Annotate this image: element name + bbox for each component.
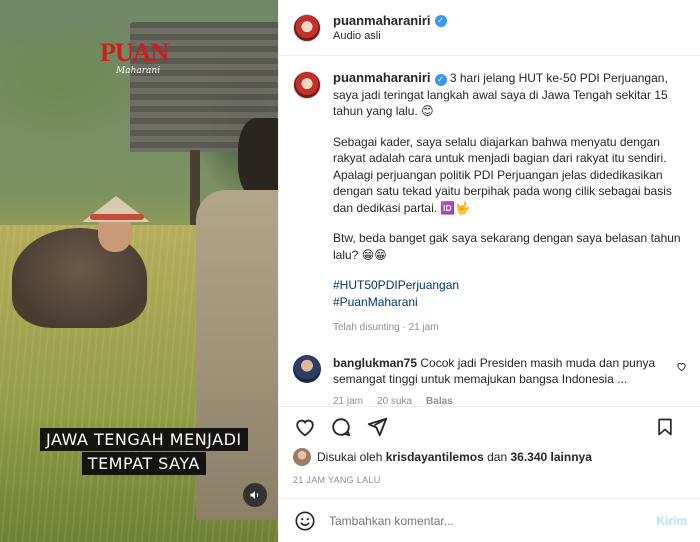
- liker-avatar[interactable]: [293, 448, 311, 466]
- send-comment-button[interactable]: Kirim: [656, 514, 687, 528]
- verified-badge-icon: ✓: [434, 74, 447, 86]
- caption-username[interactable]: puanmaharaniri: [333, 70, 431, 85]
- likes-middle: dan: [487, 450, 508, 464]
- heart-icon: [296, 419, 314, 436]
- liker-username[interactable]: krisdayantilemos: [386, 450, 484, 464]
- comment-icon: [332, 417, 351, 436]
- emoji-button[interactable]: [293, 509, 317, 533]
- comment-time[interactable]: 21 jam: [333, 394, 363, 407]
- emoji-icon: [295, 510, 315, 531]
- like-button[interactable]: [293, 415, 317, 439]
- hashtag-link[interactable]: #HUT50PDIPerjuangan: [333, 277, 681, 294]
- post-media[interactable]: PUAN Maharani JAWA TENGAH MENJADI TEMPAT…: [0, 0, 278, 542]
- comment-username[interactable]: banglukman75: [333, 356, 417, 370]
- audio-label[interactable]: Audio asli: [333, 30, 447, 42]
- comment-avatar[interactable]: [293, 354, 321, 383]
- likes-count[interactable]: 36.340 lainnya: [510, 450, 591, 464]
- add-comment-bar: Kirim: [279, 498, 700, 542]
- likes-summary: Disukai oleh krisdayantilemos dan 36.340…: [293, 448, 592, 466]
- volume-button[interactable]: [243, 483, 267, 507]
- caption-paragraph-2: Sebagai kader, saya selalu diajarkan bah…: [333, 134, 672, 215]
- hashtag-link[interactable]: #PuanMaharani: [333, 294, 681, 311]
- media-logo-subtitle: Maharani: [116, 66, 161, 76]
- post-date[interactable]: 21 JAM YANG LALU: [293, 475, 381, 485]
- man-head: [238, 118, 278, 198]
- post-side-panel: puanmaharaniri ✓ Audio asli puanmaharani…: [278, 0, 700, 542]
- share-button[interactable]: [365, 415, 389, 439]
- caption-avatar[interactable]: [293, 71, 321, 99]
- comment-likes[interactable]: 20 suka: [377, 394, 412, 407]
- comment-reply-button[interactable]: Balas: [426, 394, 453, 407]
- video-caption: JAWA TENGAH MENJADI TEMPAT SAYA: [40, 428, 248, 475]
- likes-prefix: Disukai oleh: [317, 450, 383, 464]
- video-caption-line-1: JAWA TENGAH MENJADI: [40, 428, 248, 451]
- bookmark-icon: [658, 418, 672, 436]
- post-header: puanmaharaniri ✓ Audio asli: [279, 0, 700, 56]
- video-caption-line-2: TEMPAT SAYA: [81, 452, 206, 475]
- send-icon: [367, 417, 388, 436]
- comment-button[interactable]: [329, 415, 353, 439]
- caption-paragraph-3: Btw, beda banget gak saya sekarang denga…: [333, 231, 681, 262]
- speaker-icon: [250, 491, 259, 499]
- comment-input[interactable]: [329, 513, 629, 528]
- hat-band: [90, 214, 144, 220]
- header-username[interactable]: puanmaharaniri: [333, 13, 431, 28]
- comments-section[interactable]: puanmaharaniri ✓ 3 hari jelang HUT ke-50 …: [279, 56, 700, 406]
- media-logo-title: PUAN: [100, 38, 169, 67]
- comment-item: banglukman75 Cocok jadi Presiden masih m…: [293, 354, 687, 407]
- post-caption: puanmaharaniri ✓ 3 hari jelang HUT ke-50 …: [293, 70, 687, 337]
- verified-badge-icon: ✓: [434, 14, 447, 27]
- action-bar: [279, 406, 700, 446]
- save-button[interactable]: [653, 415, 677, 439]
- caption-meta: Telah disunting · 21 jam: [333, 322, 439, 333]
- comment-like-icon[interactable]: [676, 361, 687, 372]
- avatar[interactable]: [293, 13, 321, 42]
